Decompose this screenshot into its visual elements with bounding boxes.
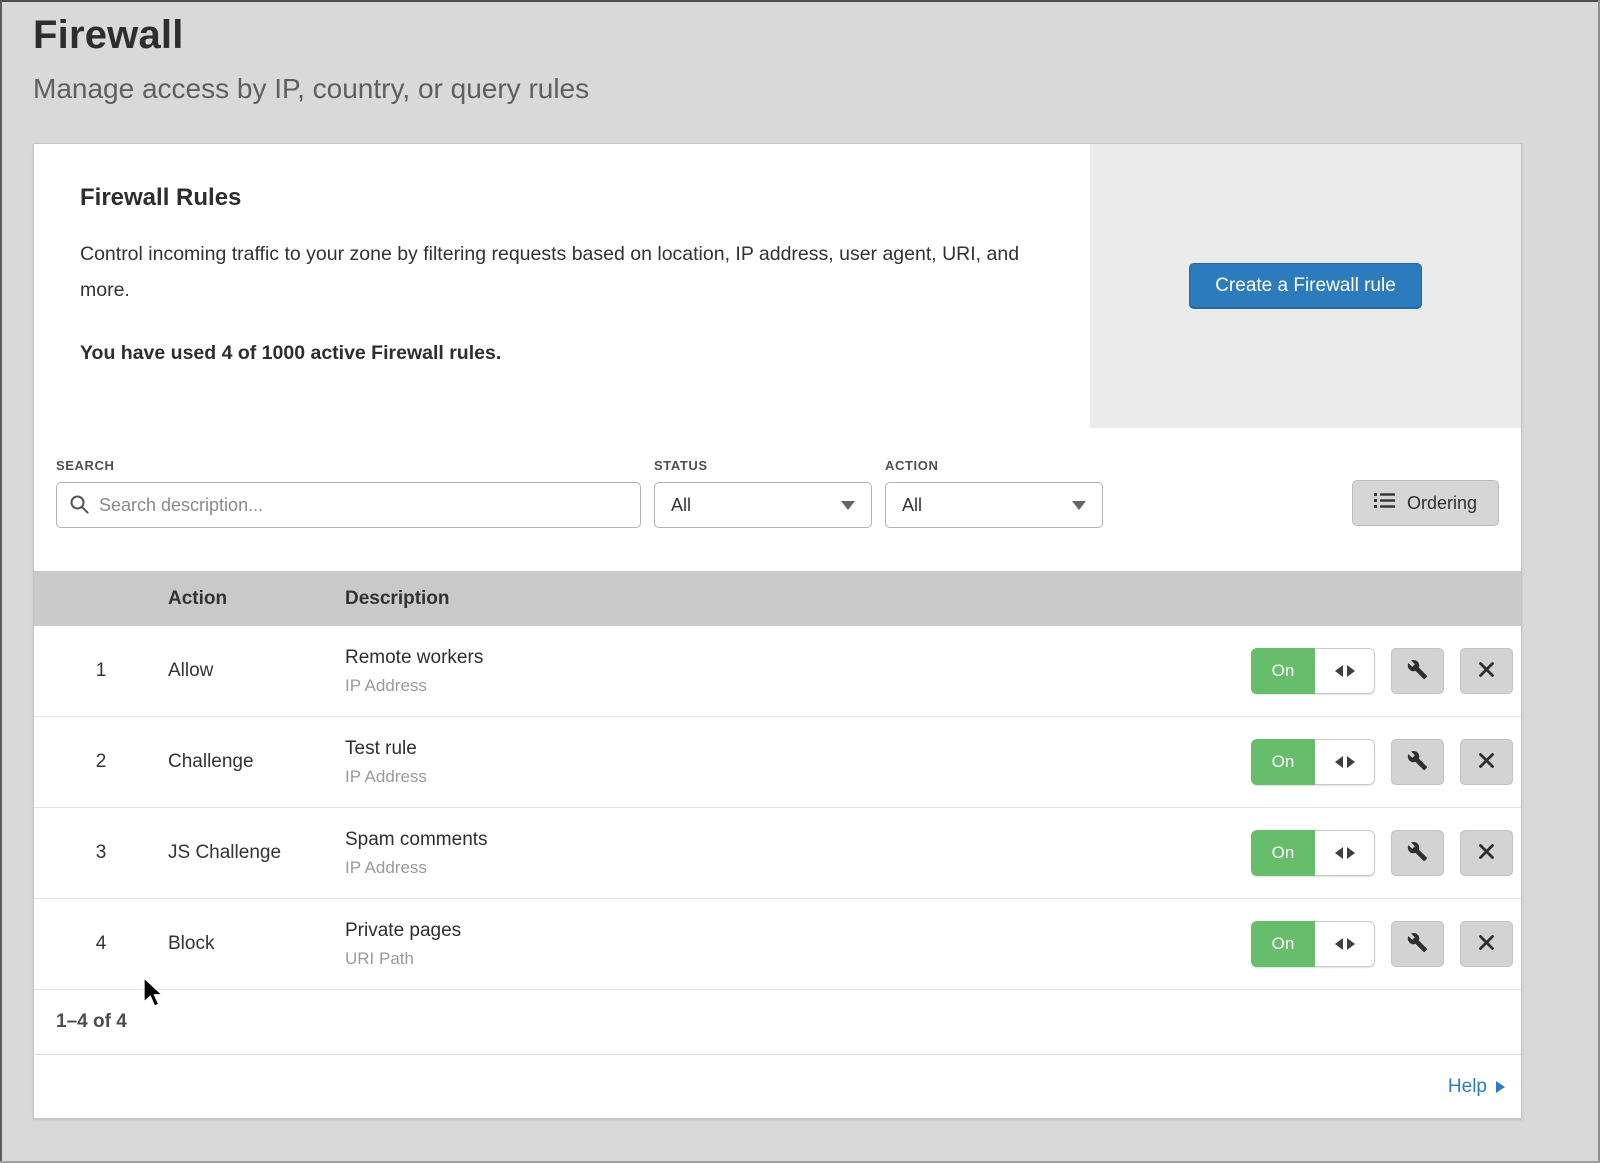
delete-rule-button[interactable]: [1460, 921, 1513, 967]
screen: Firewall Manage access by IP, country, o…: [0, 0, 1600, 1163]
search-icon: [69, 494, 90, 520]
table-row: 3 JS Challenge Spam comments IP Address …: [34, 808, 1521, 899]
action-filter-group: ACTION All: [885, 458, 1103, 528]
rule-number: 3: [34, 842, 168, 864]
create-rule-panel: Create a Firewall rule: [1090, 144, 1521, 428]
window-edge-top: [0, 0, 1600, 2]
rule-controls: On: [1251, 739, 1521, 785]
rule-description: Private pages URI Path: [345, 920, 1251, 969]
toggle-arrows-icon: [1315, 739, 1375, 785]
delete-rule-button[interactable]: [1460, 830, 1513, 876]
filter-bar: SEARCH STATUS All ACTION All: [34, 428, 1521, 571]
rule-controls: On: [1251, 921, 1521, 967]
list-icon: [1374, 492, 1395, 514]
toggle-state-label: On: [1251, 648, 1315, 694]
section-heading: Firewall Rules: [80, 184, 1034, 212]
status-label: STATUS: [654, 458, 872, 473]
table-row: 1 Allow Remote workers IP Address On: [34, 626, 1521, 717]
rule-match-type: IP Address: [345, 858, 1251, 878]
rule-enabled-toggle[interactable]: On: [1251, 739, 1375, 785]
column-action: Action: [168, 588, 345, 610]
status-selected-value: All: [671, 495, 691, 516]
delete-rule-button[interactable]: [1460, 648, 1513, 694]
status-select[interactable]: All: [654, 482, 872, 528]
wrench-icon: [1407, 841, 1428, 865]
rule-action: Block: [168, 933, 345, 955]
edit-rule-button[interactable]: [1391, 739, 1444, 785]
toggle-arrows-icon: [1315, 648, 1375, 694]
rule-description: Test rule IP Address: [345, 738, 1251, 787]
create-firewall-rule-button[interactable]: Create a Firewall rule: [1189, 263, 1422, 309]
chevron-down-icon: [841, 501, 855, 510]
rule-title: Test rule: [345, 738, 1251, 760]
rule-enabled-toggle[interactable]: On: [1251, 921, 1375, 967]
rule-number: 2: [34, 751, 168, 773]
rule-controls: On: [1251, 648, 1521, 694]
action-label: ACTION: [885, 458, 1103, 473]
search-field-wrap: [56, 482, 641, 528]
rule-title: Private pages: [345, 920, 1251, 942]
help-link-label: Help: [1448, 1076, 1487, 1098]
rule-enabled-toggle[interactable]: On: [1251, 648, 1375, 694]
page-title: Firewall: [33, 12, 1600, 58]
rule-title: Spam comments: [345, 829, 1251, 851]
toggle-arrows-icon: [1315, 921, 1375, 967]
table-row: 4 Block Private pages URI Path On: [34, 899, 1521, 990]
close-icon: [1478, 661, 1495, 681]
search-label: SEARCH: [56, 458, 641, 473]
rule-action: Allow: [168, 660, 345, 682]
page-header: Firewall Manage access by IP, country, o…: [0, 0, 1600, 106]
rule-enabled-toggle[interactable]: On: [1251, 830, 1375, 876]
rules-usage-text: You have used 4 of 1000 active Firewall …: [80, 342, 1034, 365]
action-select[interactable]: All: [885, 482, 1103, 528]
pagination-status: 1–4 of 4: [34, 990, 1521, 1054]
rule-action: Challenge: [168, 751, 345, 773]
search-filter-group: SEARCH: [56, 458, 641, 528]
page-subtitle: Manage access by IP, country, or query r…: [33, 72, 1600, 106]
close-icon: [1478, 843, 1495, 863]
rule-description: Remote workers IP Address: [345, 647, 1251, 696]
rule-match-type: IP Address: [345, 676, 1251, 696]
toggle-arrows-icon: [1315, 830, 1375, 876]
rule-number: 4: [34, 933, 168, 955]
toggle-state-label: On: [1251, 739, 1315, 785]
chevron-down-icon: [1072, 501, 1086, 510]
close-icon: [1478, 934, 1495, 954]
wrench-icon: [1407, 932, 1428, 956]
wrench-icon: [1407, 750, 1428, 774]
rule-action: JS Challenge: [168, 842, 345, 864]
toggle-state-label: On: [1251, 921, 1315, 967]
rule-match-type: IP Address: [345, 767, 1251, 787]
edit-rule-button[interactable]: [1391, 921, 1444, 967]
rule-number: 1: [34, 660, 168, 682]
edit-rule-button[interactable]: [1391, 648, 1444, 694]
table-header: Action Description: [34, 571, 1521, 626]
window-edge-left: [0, 0, 2, 1163]
toggle-state-label: On: [1251, 830, 1315, 876]
search-input[interactable]: [56, 482, 641, 528]
card-footer: Help: [34, 1054, 1521, 1118]
close-icon: [1478, 752, 1495, 772]
firewall-rules-summary: Firewall Rules Control incoming traffic …: [34, 144, 1521, 428]
wrench-icon: [1407, 659, 1428, 683]
ordering-button-label: Ordering: [1407, 493, 1477, 514]
rule-description: Spam comments IP Address: [345, 829, 1251, 878]
delete-rule-button[interactable]: [1460, 739, 1513, 785]
column-description: Description: [345, 588, 1521, 610]
triangle-right-icon: [1496, 1081, 1505, 1093]
edit-rule-button[interactable]: [1391, 830, 1444, 876]
firewall-rules-info: Firewall Rules Control incoming traffic …: [34, 144, 1090, 428]
ordering-button[interactable]: Ordering: [1352, 480, 1499, 526]
action-selected-value: All: [902, 495, 922, 516]
firewall-card: Firewall Rules Control incoming traffic …: [33, 143, 1522, 1119]
rule-title: Remote workers: [345, 647, 1251, 669]
table-row: 2 Challenge Test rule IP Address On: [34, 717, 1521, 808]
section-description: Control incoming traffic to your zone by…: [80, 236, 1030, 308]
rule-controls: On: [1251, 830, 1521, 876]
help-link[interactable]: Help: [1448, 1076, 1505, 1098]
rule-match-type: URI Path: [345, 949, 1251, 969]
status-filter-group: STATUS All: [654, 458, 872, 528]
